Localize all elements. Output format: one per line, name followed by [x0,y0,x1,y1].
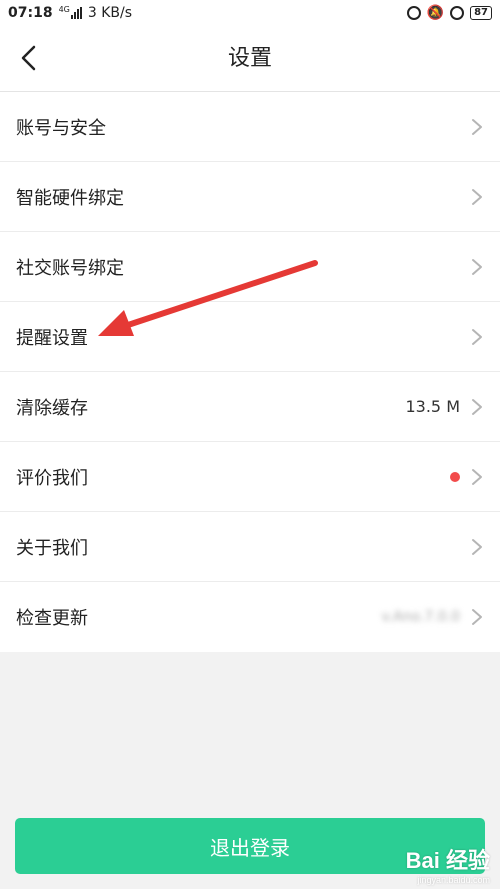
settings-item-smart-hardware[interactable]: 智能硬件绑定 [0,162,500,232]
settings-item-social-accounts[interactable]: 社交账号绑定 [0,232,500,302]
app-version: v.Ano.7.0.0 [381,609,461,625]
settings-item-account-security[interactable]: 账号与安全 [0,92,500,162]
settings-item-reminders[interactable]: 提醒设置 [0,302,500,372]
bell-muted-icon: 🔕 [426,5,445,21]
chevron-right-icon [472,398,482,415]
battery-icon: 87 [470,6,492,20]
settings-item-label: 账号与安全 [16,117,106,139]
watermark-url: jingyan.baidu.com [417,875,490,885]
watermark-brand: Bai 经验 [405,848,490,873]
page-title: 设置 [227,46,272,71]
cache-size: 13.5 M [405,397,460,416]
chevron-right-icon [472,118,482,135]
settings-item-label: 社交账号绑定 [16,257,124,279]
dnd-icon [406,6,421,20]
settings-item-rate-us[interactable]: 评价我们 [0,442,500,512]
settings-item-clear-cache[interactable]: 清除缓存 13.5 M [0,372,500,442]
settings-item-about-us[interactable]: 关于我们 [0,512,500,582]
chevron-right-icon [472,609,482,625]
network-type: 4G [58,4,70,14]
chevron-right-icon [472,188,482,205]
notification-dot [450,471,460,482]
chevron-right-icon [472,538,482,555]
settings-item-label: 关于我们 [16,537,88,559]
settings-item-label: 检查更新 [16,608,88,629]
app-header: 设置 [0,26,500,92]
settings-item-label: 清除缓存 [16,397,88,419]
settings-item-label: 智能硬件绑定 [16,187,124,209]
chevron-left-icon [21,45,36,71]
signal-icon [70,7,82,19]
alarm-icon [450,6,465,20]
settings-list: 账号与安全 智能硬件绑定 社交账号绑定 提醒设置 清除缓存 13.5 M 评价我… [0,92,500,652]
settings-item-label: 评价我们 [16,467,88,489]
status-time: 07:18 [8,5,53,21]
back-button[interactable] [10,40,46,76]
baidu-watermark: Bai 经验 jingyan.baidu.com [406,843,490,885]
network-speed: 3 KB/s [87,5,133,21]
chevron-right-icon [472,258,482,275]
settings-item-label: 提醒设置 [16,327,88,349]
chevron-right-icon [472,328,482,345]
settings-item-check-update[interactable]: 检查更新 v.Ano.7.0.0 [0,582,500,652]
chevron-right-icon [472,468,482,485]
status-bar: 07:18 4G 3 KB/s 🔕 87 [0,0,500,26]
